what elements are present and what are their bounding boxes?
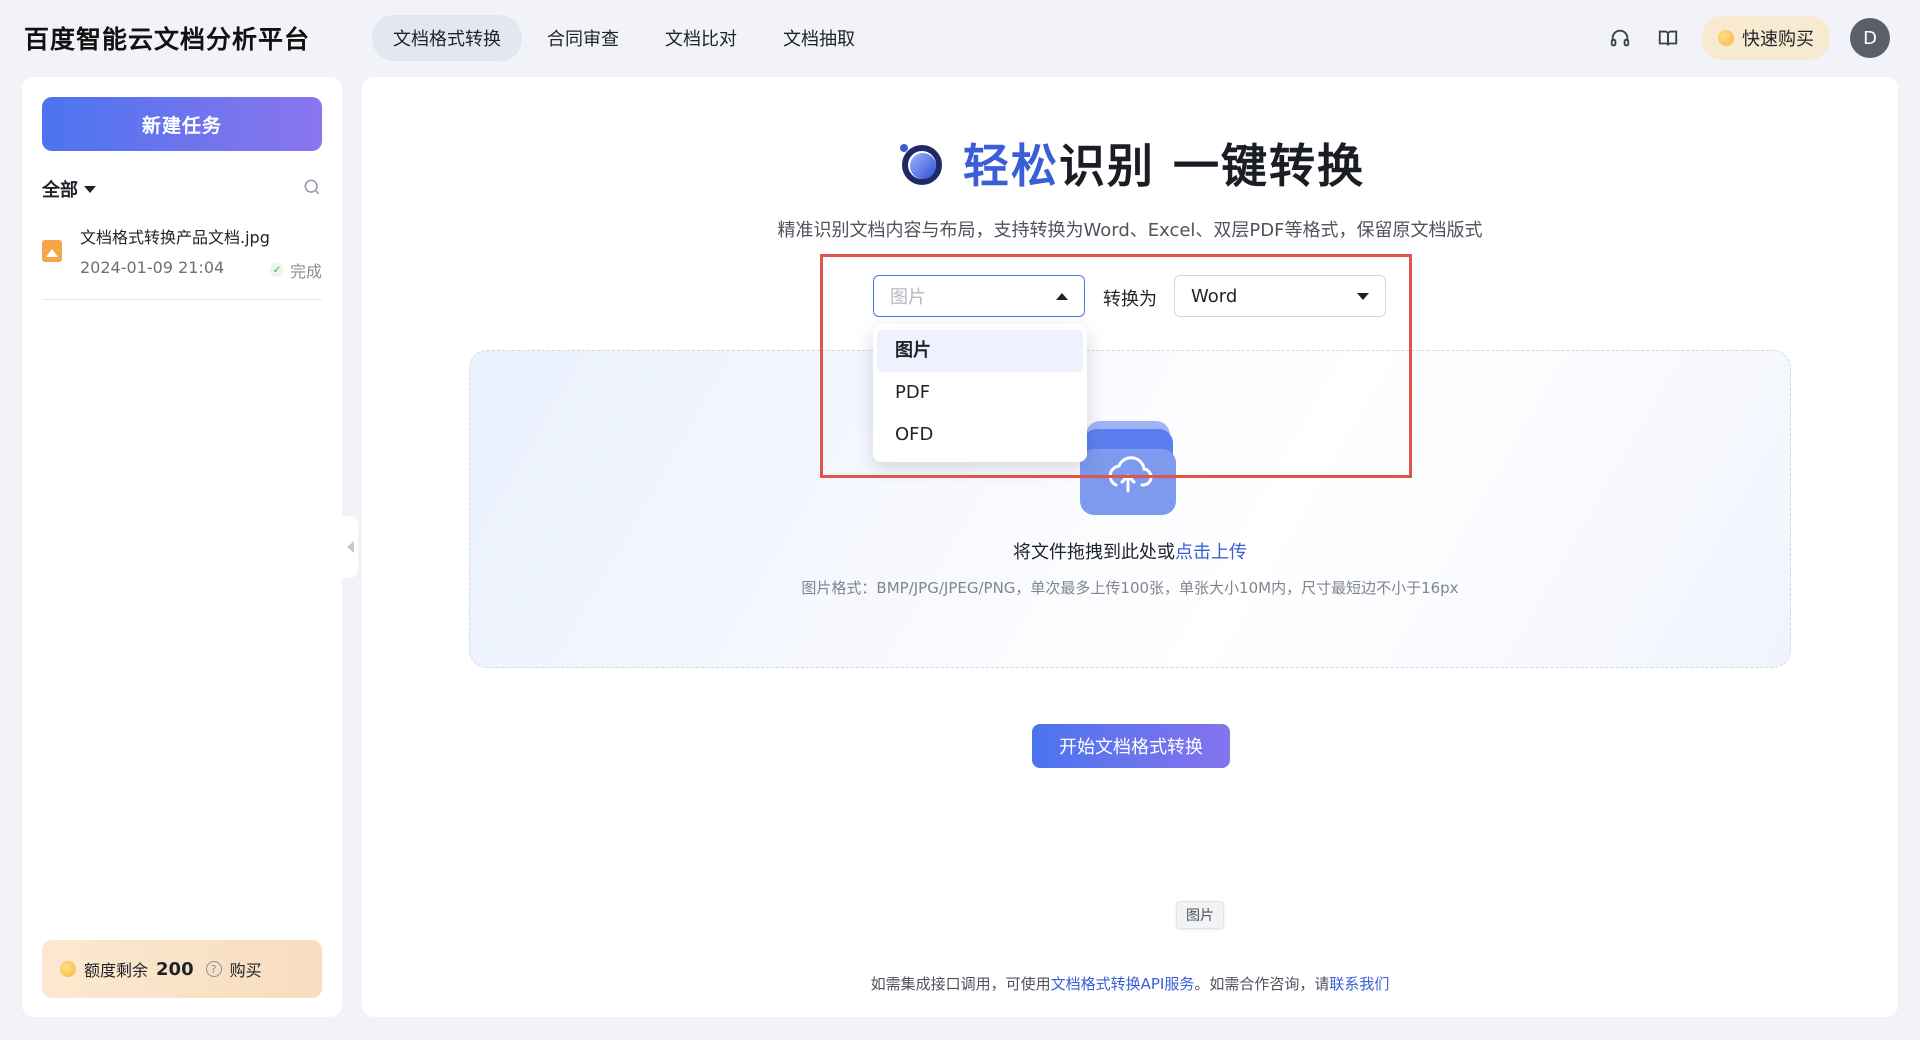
footer-note: 如需集成接口调用，可使用文档格式转换API服务。如需合作咨询，请联系我们 xyxy=(362,973,1898,994)
hero-title-accent: 轻松 xyxy=(962,139,1059,193)
highlight-box xyxy=(820,254,1412,478)
quick-buy-label: 快速购买 xyxy=(1742,29,1814,50)
upload-text: 将文件拖拽到此处或 xyxy=(1013,542,1175,563)
click-upload-link[interactable]: 点击上传 xyxy=(1175,542,1247,563)
quick-buy-button[interactable]: 快速购买 xyxy=(1702,16,1830,60)
brand-ring-icon xyxy=(895,138,945,188)
search-icon[interactable] xyxy=(302,177,322,201)
hero-subtitle: 精准识别文档内容与布局，支持转换为Word、Excel、双层PDF等格式，保留原… xyxy=(777,220,1483,241)
coin-icon xyxy=(60,961,76,977)
headset-icon[interactable] xyxy=(1606,24,1634,52)
contact-us-link[interactable]: 联系我们 xyxy=(1329,975,1389,993)
upload-instruction: 将文件拖拽到此处或点击上传 xyxy=(470,538,1790,564)
quota-label: 额度剩余 xyxy=(84,961,149,980)
footer-text-pre: 如需集成接口调用，可使用 xyxy=(870,975,1051,993)
check-icon: ✓ xyxy=(269,263,284,277)
chevron-left-icon xyxy=(346,541,354,553)
platform-logo[interactable]: 百度智能云文档分析平台 xyxy=(24,20,372,56)
hero-title: 轻松识别 一键转换 xyxy=(963,130,1365,196)
user-avatar[interactable]: D xyxy=(1850,18,1890,58)
caret-down-icon xyxy=(84,185,96,193)
quota-buy-link[interactable]: 购买 xyxy=(230,957,262,981)
task-list-item[interactable]: 文档格式转换产品文档.jpg 2024-01-09 21:04 ✓ 完成 xyxy=(42,220,322,300)
book-icon[interactable] xyxy=(1654,24,1682,52)
header-actions: 快速购买 D xyxy=(1606,16,1896,60)
task-status: ✓ 完成 xyxy=(269,258,322,282)
footer-text-mid: 。如需合作咨询，请 xyxy=(1194,975,1330,993)
nav-tab-format-conversion[interactable]: 文档格式转换 xyxy=(372,15,522,61)
quota-panel: 额度剩余 200 ? 购买 xyxy=(42,940,322,998)
nav-tab-contract-review[interactable]: 合同审查 xyxy=(526,15,640,61)
task-filter-label: 全部 xyxy=(42,180,78,201)
api-service-link[interactable]: 文档格式转换API服务 xyxy=(1051,975,1195,993)
quota-value: 200 xyxy=(156,958,194,980)
nav-tab-document-compare[interactable]: 文档比对 xyxy=(644,15,758,61)
task-status-label: 完成 xyxy=(289,262,322,281)
main-nav: 文档格式转换 合同审查 文档比对 文档抽取 xyxy=(372,15,876,61)
task-file-name: 文档格式转换产品文档.jpg xyxy=(80,228,270,247)
nav-tab-document-extract[interactable]: 文档抽取 xyxy=(762,15,876,61)
task-sidebar: 新建任务 全部 文档格式转换产品文档.jpg 2024-01-09 21:04 … xyxy=(22,77,342,1017)
main-panel: 轻松识别 一键转换 精准识别文档内容与布局，支持转换为Word、Excel、双层… xyxy=(362,77,1898,1017)
task-filter-dropdown[interactable]: 全部 xyxy=(42,176,96,202)
image-file-icon xyxy=(42,240,62,262)
hero-title-rest: 识别 一键转换 xyxy=(1058,139,1365,193)
start-conversion-button[interactable]: 开始文档格式转换 xyxy=(1032,724,1230,768)
task-date: 2024-01-09 21:04 xyxy=(80,258,225,277)
upload-format-hint: 图片格式：BMP/JPG/JPEG/PNG，单次最多上传100张，单张大小10M… xyxy=(801,579,1459,597)
top-header: 百度智能云文档分析平台 文档格式转换 合同审查 文档比对 文档抽取 快速购买 D xyxy=(0,0,1920,76)
hero-heading: 轻松识别 一键转换 xyxy=(362,130,1898,196)
sidebar-collapse-handle[interactable] xyxy=(342,516,358,578)
help-icon[interactable]: ? xyxy=(205,961,222,977)
coin-icon xyxy=(1718,30,1734,46)
hover-tooltip: 图片 xyxy=(1176,901,1224,929)
task-filter-row: 全部 xyxy=(42,175,322,203)
new-task-button[interactable]: 新建任务 xyxy=(42,97,322,151)
